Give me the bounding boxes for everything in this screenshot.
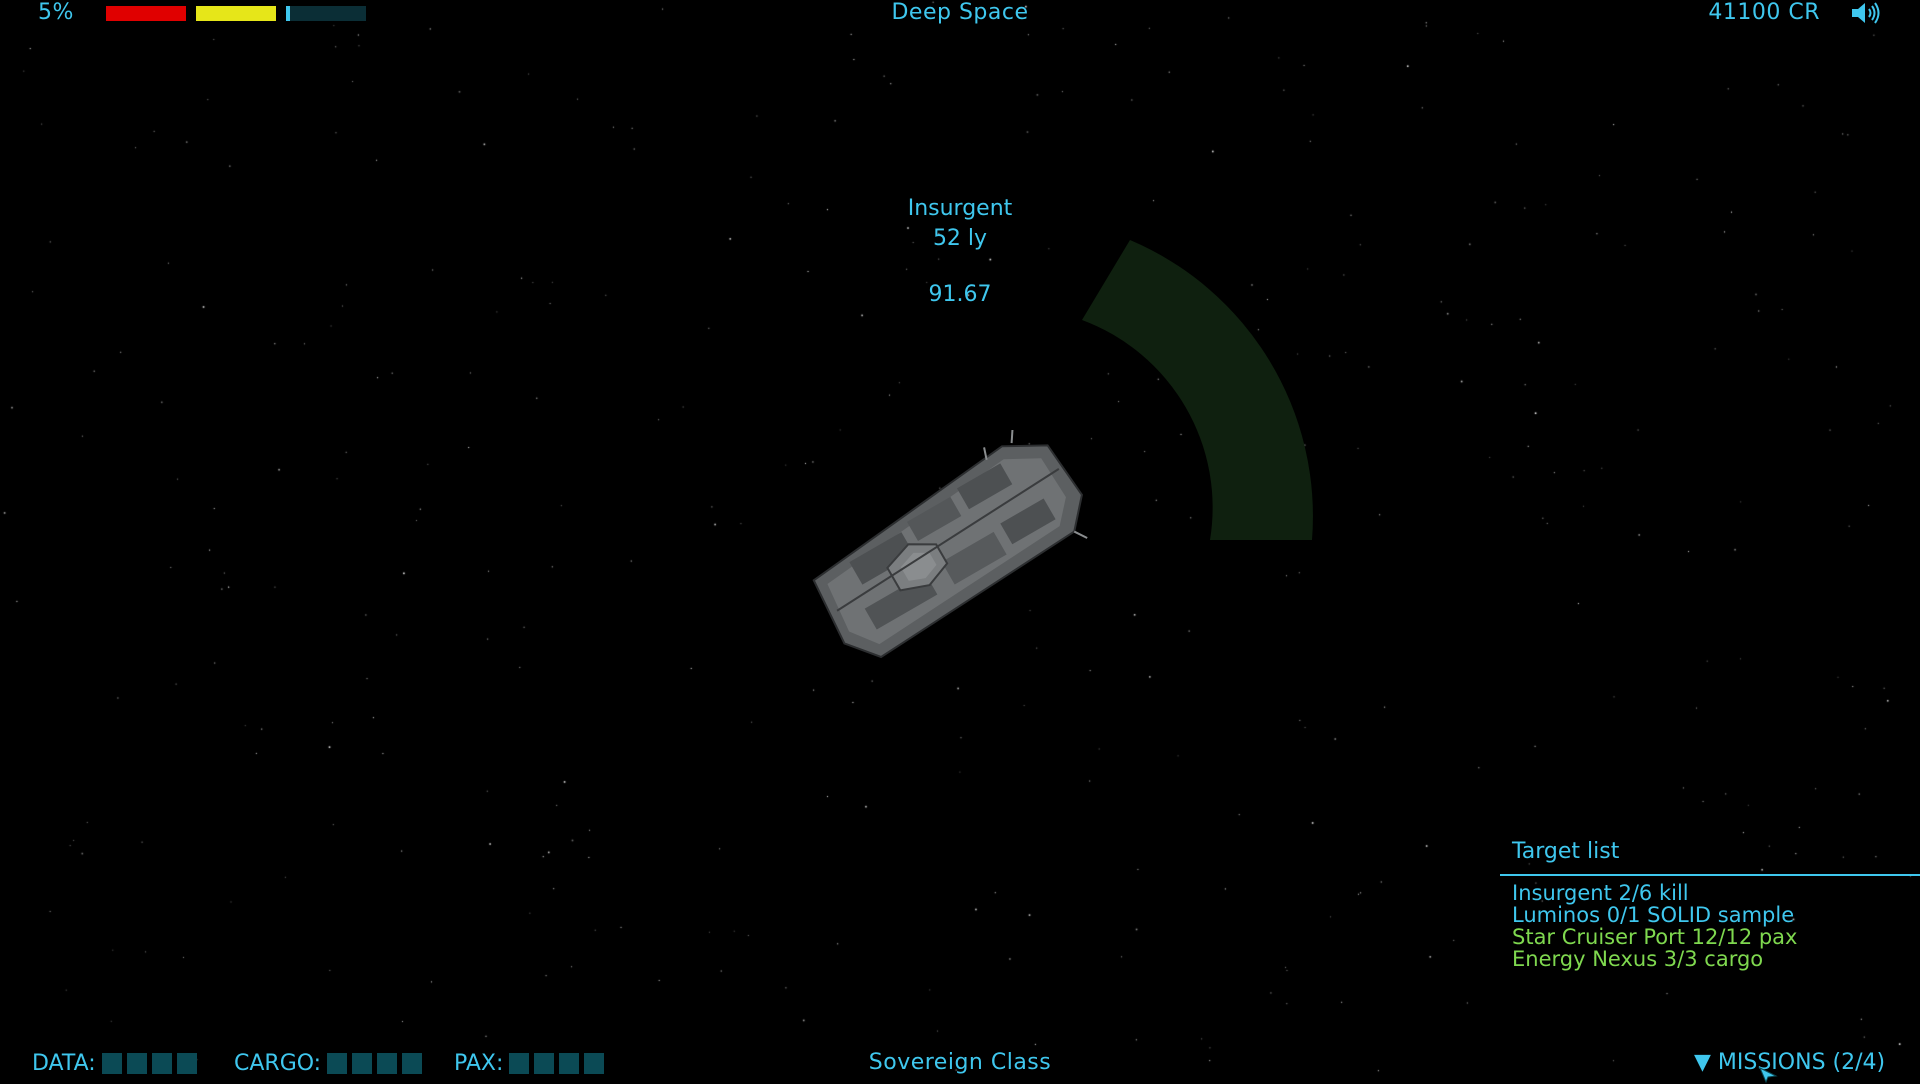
mouse-cursor-icon [1759,1066,1778,1084]
target-list-item[interactable]: Insurgent 2/6 kill [1500,882,1920,904]
target-value: 91.67 [928,282,992,307]
target-list-item[interactable]: Star Cruiser Port 12/12 pax [1500,926,1920,948]
target-list-divider [1500,874,1920,876]
target-list-panel: Target list Insurgent 2/6 kill Luminos 0… [1500,838,1920,970]
missions-toggle-button[interactable]: ▼ MISSIONS (2/4) [1694,1050,1885,1075]
target-list-item[interactable]: Energy Nexus 3/3 cargo [1500,948,1920,970]
target-name: Insurgent [907,196,1013,221]
target-ship-sovereign-class[interactable] [810,430,1100,660]
target-readout: Insurgent 52 ly 91.67 [760,194,1160,310]
target-list-item[interactable]: Luminos 0/1 SOLID sample [1500,904,1920,926]
location-name: Deep Space [891,0,1029,25]
credits-counter: 41100 CR [1708,0,1820,25]
ship-class-label: Sovereign Class [868,1050,1052,1075]
speaker-icon[interactable] [1850,0,1884,26]
target-distance: 52 ly [932,226,988,251]
target-list-title: Target list [1512,839,1620,864]
